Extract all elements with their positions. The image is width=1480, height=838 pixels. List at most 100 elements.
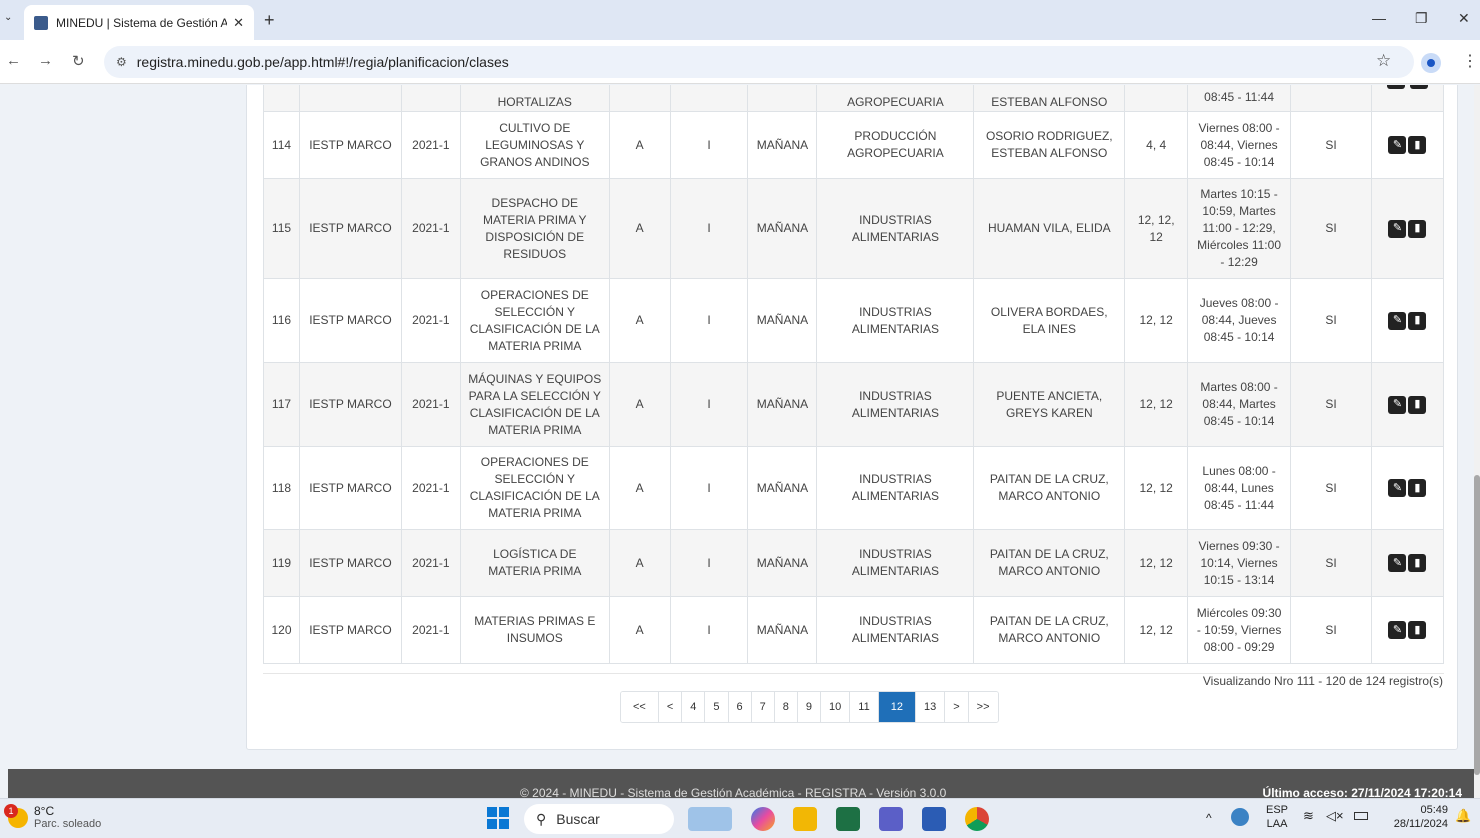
- page-link[interactable]: >>: [967, 692, 998, 722]
- site-info-icon[interactable]: ⚙: [116, 55, 127, 69]
- chrome-icon[interactable]: [965, 807, 989, 831]
- cell-institucion: IESTP MARCO: [298, 111, 402, 179]
- cell-aula: 12, 12: [1124, 362, 1189, 447]
- minimize-icon[interactable]: —: [1372, 10, 1386, 26]
- cell-activo: SI: [1290, 278, 1372, 363]
- cell-programa: PRODUCCIÓN AGROPECUARIA: [816, 111, 975, 179]
- teams-icon[interactable]: [879, 807, 903, 831]
- page-link[interactable]: <<: [621, 692, 658, 722]
- cell-seccion: A: [608, 178, 671, 279]
- scrollbar-thumb[interactable]: [1474, 475, 1480, 775]
- restore-icon[interactable]: ❐: [1415, 10, 1428, 27]
- cell-ciclo: I: [669, 111, 749, 179]
- page-link[interactable]: >: [944, 692, 968, 722]
- page-link[interactable]: 7: [750, 692, 774, 722]
- cell-ciclo: I: [669, 446, 749, 530]
- edit-button[interactable]: ✎: [1388, 395, 1407, 414]
- bookmark-star-icon[interactable]: ☆: [1376, 51, 1391, 71]
- cell-turno: MAÑANA: [747, 111, 818, 179]
- edit-button[interactable]: ✎: [1388, 311, 1407, 330]
- weather-sun-icon: 1: [4, 804, 28, 828]
- delete-button[interactable]: ▮: [1408, 479, 1427, 498]
- landscape-widget-icon[interactable]: [688, 807, 732, 831]
- edit-button[interactable]: ✎: [1388, 554, 1407, 573]
- page-link[interactable]: 13: [914, 692, 945, 722]
- cell-curso: DESPACHO DE MATERIA PRIMA Y DISPOSICIÓN …: [459, 178, 610, 279]
- browser-tab[interactable]: MINEDU | Sistema de Gestión A ✕: [24, 5, 254, 40]
- cell-horario: Martes 10:15 - 10:59, Martes 11:00 - 12:…: [1187, 178, 1292, 279]
- back-icon[interactable]: ←: [6, 52, 21, 69]
- browser-menu-icon[interactable]: ⋮: [1462, 51, 1478, 71]
- word-icon[interactable]: [922, 807, 946, 831]
- tab-close-icon[interactable]: ✕: [233, 15, 244, 31]
- tray-app-icon[interactable]: [1231, 808, 1249, 826]
- weather-widget[interactable]: 1 8°C Parc. soleado: [4, 804, 102, 831]
- page-link[interactable]: 8: [773, 692, 797, 722]
- page-link[interactable]: <: [657, 692, 682, 722]
- page-link[interactable]: 5: [704, 692, 728, 722]
- cell-ciclo: I: [669, 278, 749, 363]
- weather-temp: 8°C: [34, 804, 55, 818]
- edit-button[interactable]: ✎: [1388, 621, 1407, 640]
- delete-button[interactable]: ▮: [1408, 136, 1427, 155]
- delete-button[interactable]: ▮: [1408, 395, 1427, 414]
- cell-ciclo: I: [669, 596, 749, 664]
- profile-avatar-icon[interactable]: [1421, 53, 1441, 73]
- edit-button[interactable]: ✎: [1388, 219, 1407, 238]
- url-text[interactable]: registra.minedu.gob.pe/app.html#!/regia/…: [137, 54, 509, 70]
- volume-muted-icon[interactable]: ◁×: [1326, 809, 1344, 823]
- file-explorer-icon[interactable]: [793, 807, 817, 831]
- tab-search-icon[interactable]: ⌄: [4, 12, 12, 23]
- cell-seccion: A: [608, 446, 671, 530]
- notification-bell-icon[interactable]: 🔔: [1455, 809, 1471, 823]
- edit-button[interactable]: ✎: [1388, 136, 1407, 155]
- tray-chevron-icon[interactable]: ^: [1206, 811, 1212, 825]
- edit-button[interactable]: [1386, 85, 1405, 89]
- cell-horario: Viernes 09:30 - 10:14, Viernes 10:15 - 1…: [1187, 529, 1292, 597]
- clock[interactable]: 05:49 28/11/2024: [1384, 803, 1448, 831]
- cell-nro: 115: [263, 178, 300, 279]
- cell-seccion: A: [608, 111, 671, 179]
- copilot-icon[interactable]: [751, 807, 775, 831]
- table-row: 116 IESTP MARCO 2021-1 OPERACIONES DE SELEC…: [263, 278, 1445, 363]
- forward-icon[interactable]: →: [38, 52, 53, 69]
- language-indicator[interactable]: ESP LAA: [1266, 803, 1288, 831]
- page-scrollbar[interactable]: [1474, 85, 1480, 798]
- page-link[interactable]: 10: [820, 692, 850, 722]
- battery-icon[interactable]: [1354, 812, 1368, 820]
- new-tab-button[interactable]: +: [264, 10, 275, 31]
- page-link[interactable]: 11: [849, 692, 878, 722]
- windows-start-icon[interactable]: [487, 807, 509, 829]
- cell-curso: HORTALIZAS: [459, 85, 610, 112]
- page-link[interactable]: 12: [877, 692, 915, 722]
- delete-button[interactable]: ▮: [1408, 311, 1427, 330]
- cell-docente: ESTEBAN ALFONSO: [973, 85, 1126, 112]
- reload-icon[interactable]: ↻: [72, 52, 85, 70]
- browser-tab-bar: ⌄ MINEDU | Sistema de Gestión A ✕ + — ❐ …: [0, 0, 1480, 40]
- cell-actions: ✎ ▮: [1370, 278, 1445, 363]
- window-close-icon[interactable]: ✕: [1458, 10, 1470, 27]
- excel-icon[interactable]: [836, 807, 860, 831]
- delete-button[interactable]: ▮: [1408, 219, 1427, 238]
- page-link[interactable]: 4: [681, 692, 705, 722]
- cell-programa: INDUSTRIAS ALIMENTARIAS: [816, 178, 975, 279]
- cell-actions: ✎ ▮: [1370, 596, 1445, 664]
- cell-docente: OLIVERA BORDAES, ELA INES: [973, 278, 1126, 363]
- delete-button[interactable]: [1410, 85, 1429, 89]
- taskbar-search[interactable]: ⚲ Buscar: [524, 804, 674, 834]
- delete-button[interactable]: ▮: [1408, 554, 1427, 573]
- address-bar-row: ← → ↻ ⚙ registra.minedu.gob.pe/app.html#…: [0, 40, 1480, 84]
- cell-seccion: A: [608, 362, 671, 447]
- url-field[interactable]: ⚙ registra.minedu.gob.pe/app.html#!/regi…: [104, 46, 1414, 78]
- cell-institucion: IESTP MARCO: [298, 362, 402, 447]
- delete-button[interactable]: ▮: [1408, 621, 1427, 640]
- table-row: 117 IESTP MARCO 2021-1 MÁQUINAS Y EQUIPOS P…: [263, 362, 1445, 447]
- weather-condition: Parc. soleado: [34, 818, 102, 830]
- page-link[interactable]: 9: [796, 692, 821, 722]
- cell-actions: ✎ ▮: [1370, 362, 1445, 447]
- cell-seccion: A: [608, 278, 671, 363]
- edit-button[interactable]: ✎: [1388, 479, 1407, 498]
- page-link[interactable]: 6: [727, 692, 751, 722]
- wifi-icon[interactable]: ≋: [1303, 809, 1314, 823]
- cell-horario: Viernes 08:00 - 08:44, Viernes 08:45 - 1…: [1187, 111, 1292, 179]
